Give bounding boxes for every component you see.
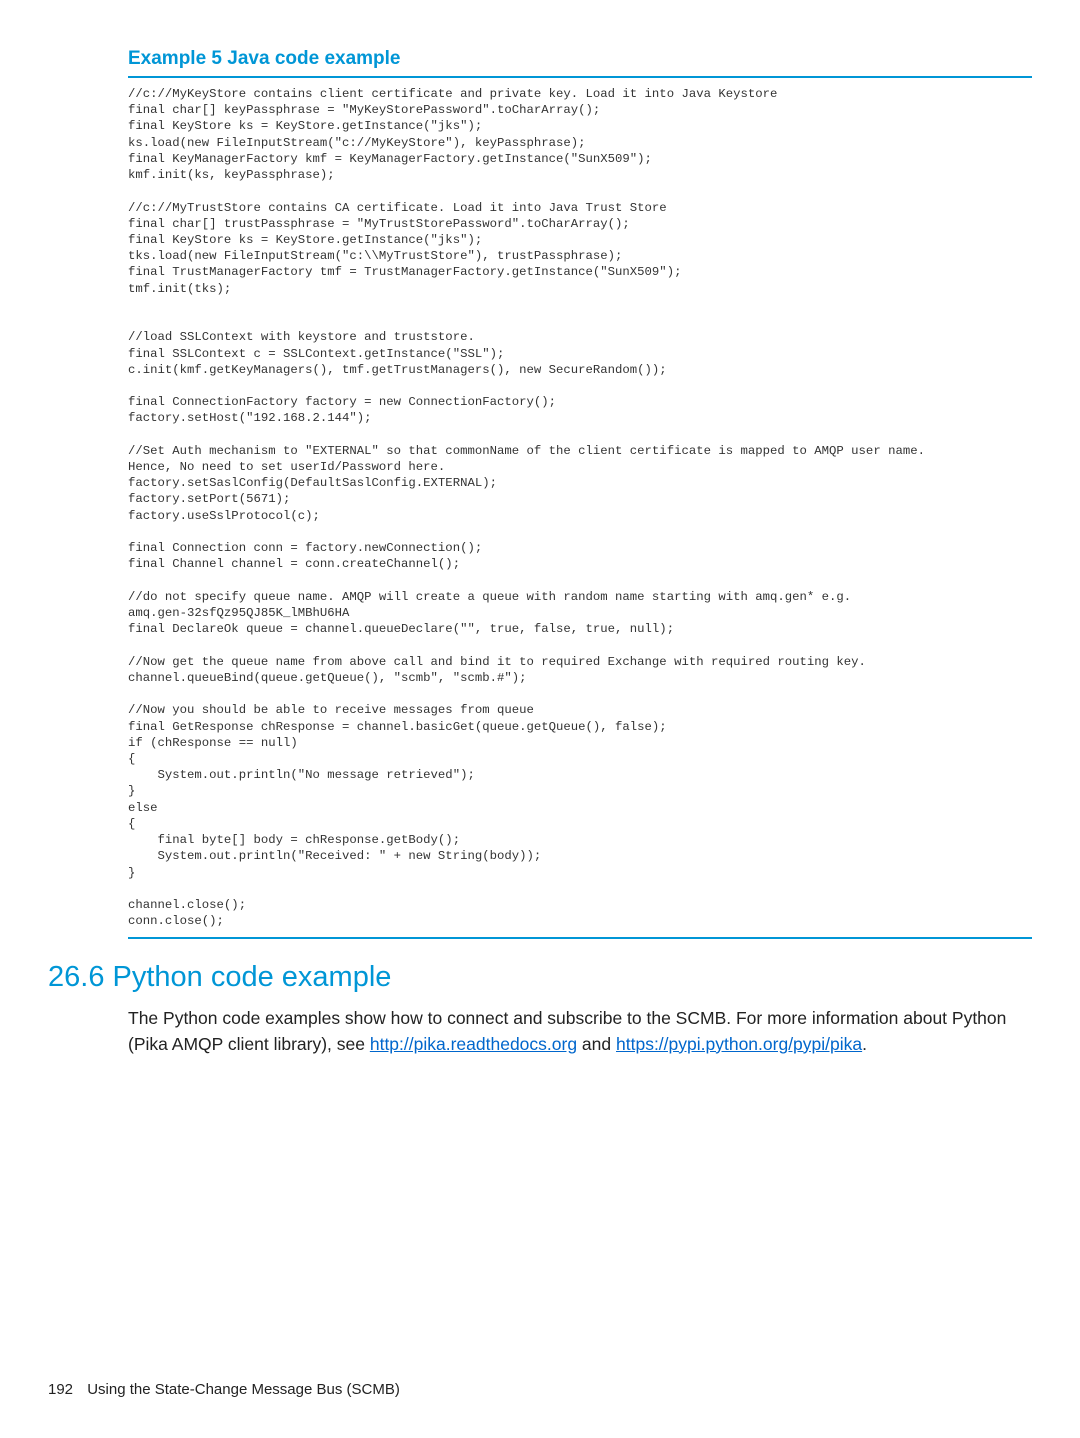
link-pypi-pika[interactable]: https://pypi.python.org/pypi/pika (616, 1034, 862, 1054)
example-title: Example 5 Java code example (128, 48, 1032, 70)
footer-title: Using the State-Change Message Bus (SCMB… (87, 1381, 400, 1398)
java-code-block: //c://MyKeyStore contains client certifi… (128, 76, 1032, 939)
page-number: 192 (48, 1381, 73, 1398)
section-heading: 26.6 Python code example (48, 961, 1032, 994)
page-content: Example 5 Java code example //c://MyKeyS… (0, 0, 1080, 1057)
page-footer: 192 Using the State-Change Message Bus (… (48, 1381, 400, 1398)
section-body: The Python code examples show how to con… (128, 1006, 1028, 1057)
body-text-post: . (862, 1034, 867, 1054)
link-pika-readthedocs[interactable]: http://pika.readthedocs.org (370, 1034, 577, 1054)
body-text-mid: and (577, 1034, 616, 1054)
